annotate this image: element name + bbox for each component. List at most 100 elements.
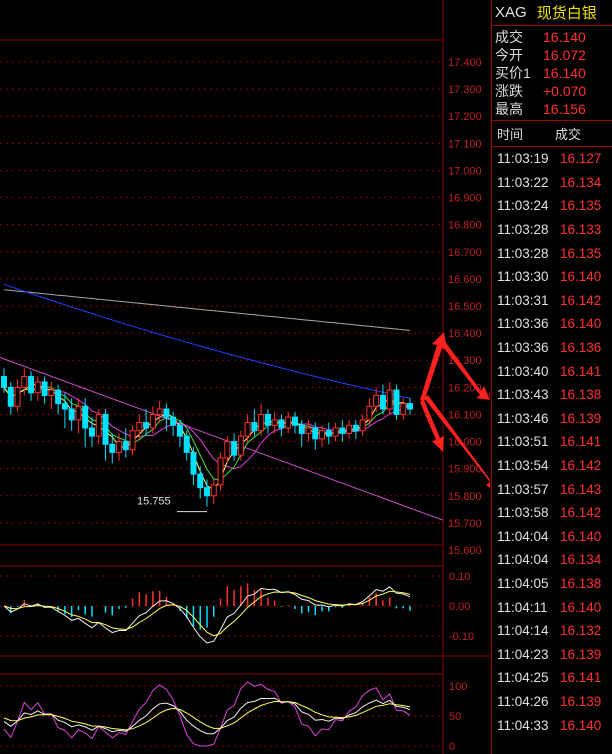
price-axis-label: 15.700 bbox=[448, 518, 482, 530]
candle-body bbox=[217, 457, 224, 486]
candle-body bbox=[373, 394, 380, 407]
quote-value: +0.070 bbox=[543, 83, 587, 99]
quote-row-last: 成交 16.140 bbox=[492, 28, 612, 46]
tick-time: 11:03:36 bbox=[497, 340, 549, 356]
tick-row: 11:04:05 16.138 bbox=[492, 572, 612, 596]
tick-price: 16.141 bbox=[560, 434, 602, 450]
candle-body bbox=[129, 430, 136, 451]
candle-body bbox=[136, 422, 143, 432]
candle-body bbox=[21, 375, 28, 388]
kdj-axis-label: 100 bbox=[449, 681, 467, 693]
tick-row: 11:03:58 16.142 bbox=[492, 501, 612, 525]
tick-price: 16.140 bbox=[560, 269, 602, 285]
macd-axis-label: 0.00 bbox=[449, 601, 470, 613]
candle-body bbox=[366, 405, 373, 421]
tick-price: 16.140 bbox=[560, 717, 602, 733]
chart-canvas[interactable]: 17.400 17.300 17.200 17.100 17.000 16.900 16.8… bbox=[0, 0, 490, 754]
ticks-header-time: 时间 bbox=[497, 127, 524, 142]
tick-row: 11:03:28 16.133 bbox=[492, 218, 612, 242]
tick-price: 16.140 bbox=[560, 599, 602, 615]
tick-row: 11:03:43 16.138 bbox=[492, 383, 612, 407]
low-annotation: 15.755 bbox=[137, 496, 171, 508]
tick-price: 16.138 bbox=[560, 387, 602, 403]
tick-time: 11:03:54 bbox=[497, 458, 549, 474]
candle-body bbox=[237, 435, 244, 456]
tick-price: 16.139 bbox=[560, 646, 602, 662]
tick-price: 16.139 bbox=[560, 693, 602, 709]
candle-body bbox=[291, 416, 298, 426]
candle-body bbox=[258, 413, 265, 432]
candle-body bbox=[197, 473, 204, 489]
tick-row: 11:03:36 16.136 bbox=[492, 336, 612, 360]
tick-time: 11:04:04 bbox=[497, 552, 549, 568]
price-axis-label: 16.700 bbox=[448, 247, 482, 259]
quote-label: 最高 bbox=[495, 101, 523, 117]
candle-body bbox=[163, 408, 170, 418]
candle-body bbox=[122, 441, 129, 451]
tick-row: 11:03:22 16.134 bbox=[492, 171, 612, 195]
candle-body bbox=[143, 422, 150, 429]
symbol-name: 现货白银 bbox=[536, 5, 597, 22]
candle-body bbox=[407, 403, 413, 410]
tick-price: 16.141 bbox=[560, 363, 602, 379]
price-chart[interactable]: 17.400 17.300 17.200 17.100 17.000 16.900 16.8… bbox=[0, 0, 490, 754]
quote-label: 涨跌 bbox=[495, 83, 523, 99]
candle-body bbox=[48, 389, 55, 396]
candle-body bbox=[359, 419, 366, 432]
tick-price: 16.138 bbox=[560, 575, 602, 591]
candle-body bbox=[305, 427, 312, 434]
quote-row-bid: 买价1 16.140 bbox=[492, 64, 612, 82]
candle-body bbox=[210, 484, 217, 497]
candle-body bbox=[352, 424, 359, 432]
quote-panel: XAG 现货白银 成交 16.140 今开 16.072 买价1 16.140 … bbox=[491, 0, 612, 754]
price-axis-label: 15.600 bbox=[448, 545, 482, 557]
candle-body bbox=[82, 405, 89, 429]
candle-body bbox=[156, 408, 163, 415]
tick-price: 16.140 bbox=[560, 528, 602, 544]
candle-body bbox=[176, 424, 183, 437]
candle-body bbox=[102, 413, 109, 445]
quote-summary: 成交 16.140 今开 16.072 买价1 16.140 涨跌 +0.070… bbox=[492, 26, 612, 121]
candle-body bbox=[1, 375, 7, 388]
tick-price: 16.136 bbox=[560, 340, 602, 356]
tick-price: 16.132 bbox=[560, 623, 602, 639]
tick-time: 11:03:30 bbox=[497, 269, 549, 285]
tick-row: 11:03:57 16.143 bbox=[492, 477, 612, 501]
price-axis-label: 16.100 bbox=[448, 409, 482, 421]
tick-row: 11:04:04 16.134 bbox=[492, 548, 612, 572]
tick-row: 11:03:54 16.142 bbox=[492, 454, 612, 478]
symbol-header[interactable]: XAG 现货白银 bbox=[492, 0, 612, 26]
tick-price: 16.139 bbox=[560, 410, 602, 426]
tick-time: 11:03:22 bbox=[497, 174, 549, 190]
candle-body bbox=[379, 394, 386, 410]
tick-price: 16.142 bbox=[560, 505, 602, 521]
candle-body bbox=[325, 430, 332, 437]
price-axis-label: 16.800 bbox=[448, 220, 482, 232]
tick-row: 11:03:28 16.135 bbox=[492, 241, 612, 265]
tick-time: 11:04:33 bbox=[497, 717, 549, 733]
ticks-header: 时间 成交 bbox=[492, 121, 612, 147]
tick-list[interactable]: 11:03:19 16.127 11:03:22 16.134 11:03:24 16… bbox=[492, 147, 612, 737]
candle-body bbox=[68, 408, 75, 421]
candle-body bbox=[170, 416, 177, 426]
tick-time: 11:03:40 bbox=[497, 363, 549, 379]
candle-body bbox=[339, 427, 346, 434]
tick-time: 11:04:25 bbox=[497, 670, 549, 686]
candle-body bbox=[14, 386, 21, 407]
quote-value: 16.156 bbox=[543, 101, 586, 117]
price-axis-label: 16.600 bbox=[448, 274, 482, 286]
tick-price: 16.135 bbox=[560, 245, 602, 261]
quote-value: 16.140 bbox=[543, 65, 586, 81]
macd-axis-label: 0.10 bbox=[449, 571, 470, 583]
price-axis-label: 17.000 bbox=[448, 165, 482, 177]
tick-row: 11:03:51 16.141 bbox=[492, 430, 612, 454]
tick-row: 11:04:11 16.140 bbox=[492, 595, 612, 619]
tick-row: 11:04:25 16.141 bbox=[492, 666, 612, 690]
candle-body bbox=[319, 430, 326, 440]
tick-row: 11:03:19 16.127 bbox=[492, 147, 612, 171]
quote-value: 16.140 bbox=[543, 29, 586, 45]
tick-price: 16.127 bbox=[560, 151, 602, 167]
quote-label: 买价1 bbox=[495, 65, 531, 81]
tick-time: 11:03:46 bbox=[497, 410, 549, 426]
tick-time: 11:04:26 bbox=[497, 693, 549, 709]
